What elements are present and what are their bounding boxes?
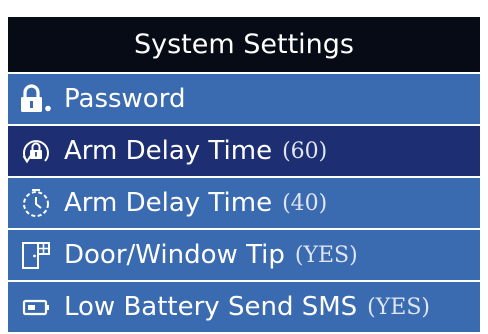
menu-item-low-battery-sms[interactable]: Low Battery Send SMS (YES) bbox=[8, 282, 480, 332]
page-title: System Settings bbox=[8, 17, 480, 72]
menu-item-label: Low Battery Send SMS bbox=[64, 292, 358, 322]
menu-item-label: Password bbox=[64, 84, 186, 114]
arm-delay-lock-icon bbox=[8, 126, 64, 176]
menu-item-value: (40) bbox=[282, 190, 328, 216]
door-window-icon bbox=[8, 230, 64, 280]
lock-icon bbox=[8, 74, 64, 124]
menu-item-arm-delay-40[interactable]: Arm Delay Time (40) bbox=[8, 178, 480, 228]
settings-screen: System Settings Password Arm Delay Time … bbox=[8, 17, 480, 332]
menu-item-label: Arm Delay Time bbox=[64, 136, 273, 166]
menu-item-value: (YES) bbox=[294, 242, 358, 268]
menu-item-value: (YES) bbox=[367, 294, 430, 320]
battery-icon bbox=[8, 282, 64, 332]
arm-delay-timer-icon bbox=[8, 178, 64, 228]
menu-item-password[interactable]: Password bbox=[8, 74, 480, 124]
menu-item-arm-delay-60[interactable]: Arm Delay Time (60) bbox=[8, 126, 480, 176]
menu-item-label: Arm Delay Time bbox=[64, 188, 273, 218]
menu-item-door-window-tip[interactable]: Door/Window Tip (YES) bbox=[8, 230, 480, 280]
menu-item-value: (60) bbox=[282, 138, 328, 164]
menu-item-label: Door/Window Tip bbox=[64, 240, 285, 270]
